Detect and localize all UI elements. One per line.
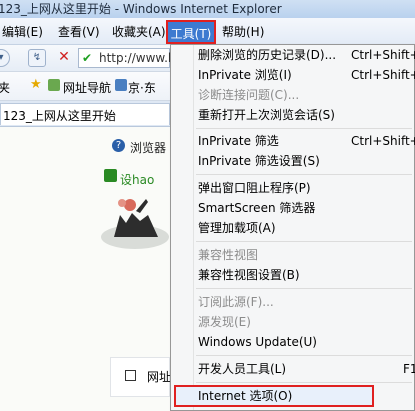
- menu-inprivate-filter-settings[interactable]: InPrivate 筛选设置(S): [198, 151, 320, 171]
- favorites-bar: 夹 ★ 网址导航 京·东: [0, 72, 170, 101]
- site-icon: [48, 79, 60, 91]
- hao-logo-icon: [104, 169, 117, 182]
- menu-inprivate-filter[interactable]: InPrivate 筛选: [198, 131, 279, 151]
- menu-internet-options[interactable]: Internet 选项(O): [198, 386, 292, 406]
- compat-view-button[interactable]: ↯: [28, 49, 46, 67]
- menu-compat-view[interactable]: 兼容性视图: [198, 245, 258, 265]
- address-bar[interactable]: ✔ http://www.h: [78, 48, 176, 68]
- menu-separator: [196, 382, 412, 383]
- site-icon: [115, 79, 127, 91]
- favorites-label[interactable]: 夹: [0, 79, 10, 96]
- menu-view[interactable]: 查看(V): [58, 23, 100, 41]
- panel-label: 网址: [147, 370, 172, 384]
- stop-button[interactable]: ✕: [55, 49, 73, 67]
- window-title: 123_上网从这里开始 - Windows Internet Explorer: [0, 2, 282, 16]
- favorite-link-jd[interactable]: 京·东: [128, 79, 156, 96]
- tab-current[interactable]: 123_上网从这里开始: [0, 103, 170, 125]
- menu-compat-view-settings[interactable]: 兼容性视图设置(B): [198, 265, 300, 285]
- address-url: http://www.h: [99, 51, 176, 65]
- menu-separator: [196, 241, 412, 242]
- shortcut-developer-tools: F12: [403, 362, 415, 376]
- menu-windows-update[interactable]: Windows Update(U): [198, 332, 317, 352]
- shortcut-inprivate-browsing: Ctrl+Shift+P: [351, 68, 415, 82]
- close-icon: ✕: [58, 49, 70, 65]
- menu-reopen-session[interactable]: 重新打开上次浏览会话(S): [198, 105, 335, 125]
- menu-separator: [196, 128, 412, 129]
- star-icon[interactable]: ★: [30, 78, 44, 92]
- page-content: ? 浏览器 设hao 网址: [0, 127, 172, 411]
- menu-subscribe-feed[interactable]: 订阅此源(F)...: [198, 292, 274, 312]
- menu-popup-blocker[interactable]: 弹出窗口阻止程序(P): [198, 178, 311, 198]
- browser-label[interactable]: 浏览器: [130, 139, 166, 156]
- menu-gutter: [193, 45, 194, 410]
- shortcut-delete-history: Ctrl+Shift+D: [351, 48, 415, 62]
- menu-favorites[interactable]: 收藏夹(A): [112, 23, 166, 41]
- navigation-toolbar: ▾ ↯ ✕ ✔ http://www.h: [0, 45, 176, 72]
- menu-tools[interactable]: 工具(T): [166, 20, 216, 44]
- menu-diagnose-connection[interactable]: 诊断连接问题(C)...: [198, 85, 299, 105]
- menu-separator: [196, 355, 412, 356]
- chevron-down-icon: ▾: [0, 52, 4, 63]
- tools-menu: 删除浏览的历史记录(D)... Ctrl+Shift+D InPrivate 浏…: [170, 44, 415, 411]
- menu-manage-addons[interactable]: 管理加载项(A): [198, 218, 276, 238]
- menu-edit[interactable]: 编辑(E): [2, 23, 43, 41]
- set-home-link[interactable]: 设hao: [120, 171, 154, 188]
- back-button[interactable]: ▾: [0, 49, 10, 67]
- menu-help[interactable]: 帮助(H): [222, 23, 264, 41]
- help-icon[interactable]: ?: [112, 139, 125, 152]
- menu-developer-tools[interactable]: 开发人员工具(L): [198, 359, 286, 379]
- menu-inprivate-browsing[interactable]: InPrivate 浏览(I): [198, 65, 292, 85]
- tab-bar: 123_上网从这里开始: [0, 101, 170, 127]
- banner-illustration: [101, 199, 169, 249]
- menu-delete-history[interactable]: 删除浏览的历史记录(D)...: [198, 45, 336, 65]
- shortcut-inprivate-filter: Ctrl+Shift+F: [351, 134, 415, 148]
- site-panel[interactable]: 网址: [110, 357, 172, 397]
- favorite-link-nav[interactable]: 网址导航: [63, 79, 111, 96]
- window-title-bar: 123_上网从这里开始 - Windows Internet Explorer: [0, 0, 415, 18]
- menu-feed-discovery[interactable]: 源发现(E): [198, 312, 251, 332]
- arrow-icon: ↯: [32, 52, 42, 63]
- ie-icon: ✔: [82, 51, 93, 65]
- tab-title: 123_上网从这里开始: [3, 109, 116, 123]
- menu-separator: [196, 174, 412, 175]
- list-icon: [125, 370, 136, 381]
- menu-smartscreen[interactable]: SmartScreen 筛选器: [198, 198, 315, 218]
- menu-separator: [196, 288, 412, 289]
